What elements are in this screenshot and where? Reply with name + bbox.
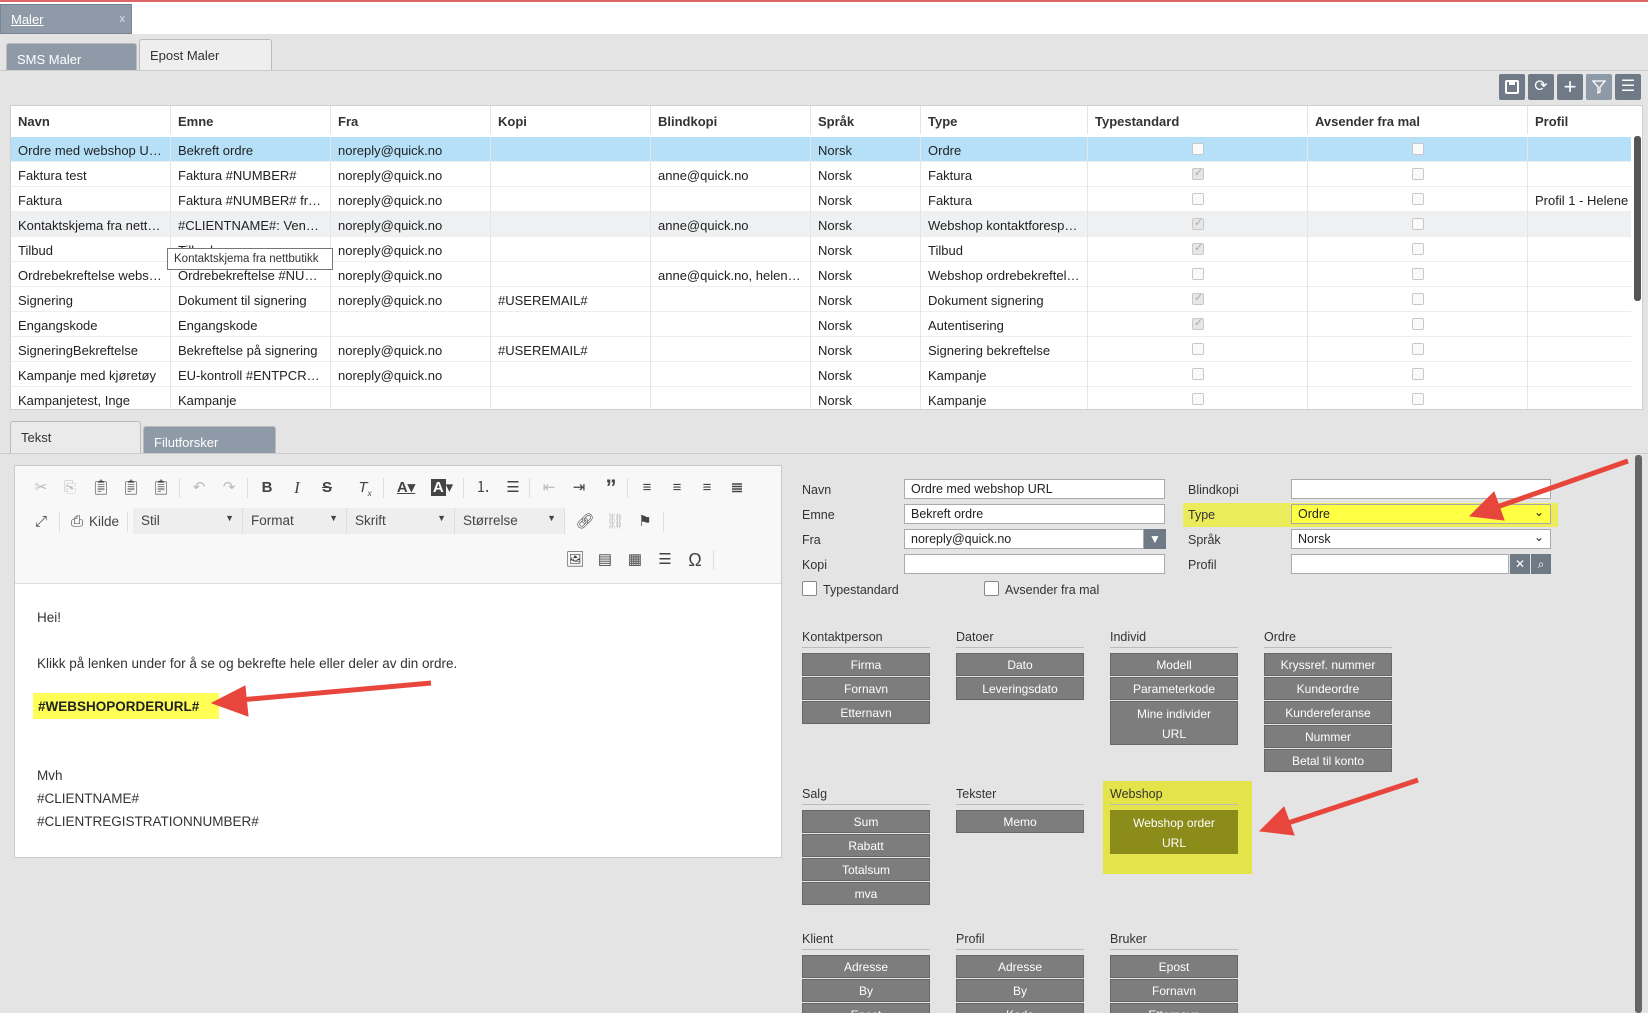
arrowhead-type bbox=[1468, 491, 1505, 521]
annotation-arrows bbox=[210, 458, 1629, 836]
arrowhead-editor bbox=[210, 685, 249, 717]
arrow-editor bbox=[239, 680, 432, 703]
arrow-type bbox=[1496, 458, 1629, 510]
arrow-webshop bbox=[1287, 777, 1419, 826]
arrowhead-webshop bbox=[1258, 806, 1295, 836]
